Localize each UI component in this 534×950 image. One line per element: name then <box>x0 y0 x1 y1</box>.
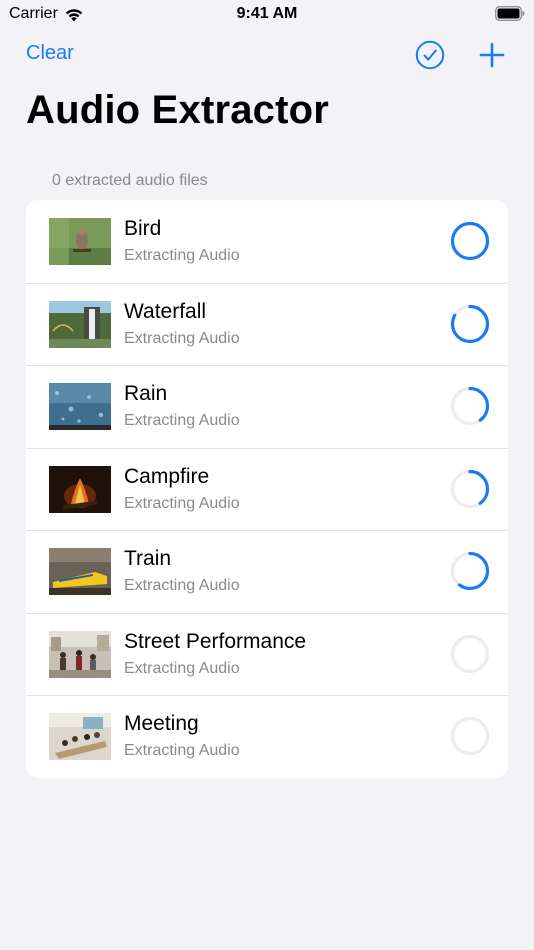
battery-icon <box>495 6 525 21</box>
item-title: Rain <box>124 382 168 405</box>
list-item-campfire[interactable]: Campfire Extracting Audio <box>26 447 508 531</box>
progress-ring <box>450 221 490 261</box>
item-status: Extracting Audio <box>124 412 240 429</box>
item-status: Extracting Audio <box>124 329 240 347</box>
list-item-waterfall[interactable]: Waterfall Extracting Audio <box>26 282 508 366</box>
item-title: Meeting <box>124 712 199 735</box>
item-status: Extracting Audio <box>124 247 240 264</box>
page-title: Audio Extractor <box>26 88 330 132</box>
navigation-bar: Clear <box>0 38 534 74</box>
list-item-rain[interactable]: Rain Extracting Audio <box>26 365 508 448</box>
item-status: Extracting Audio <box>124 742 240 759</box>
status-bar: Carrier 9:41 AM <box>0 0 534 30</box>
list-item-train[interactable]: Train Extracting Audio <box>26 530 508 613</box>
item-title: Bird <box>124 217 162 240</box>
street-performance-thumbnail <box>49 630 111 678</box>
item-status: Extracting Audio <box>124 659 240 677</box>
progress-ring <box>450 551 490 591</box>
item-status: Extracting Audio <box>124 577 240 594</box>
audio-file-list: Bird Extracting Audio Waterfall Extracti… <box>26 200 508 778</box>
progress-ring <box>450 634 490 673</box>
clear-button[interactable]: Clear <box>26 42 74 65</box>
list-item-bird[interactable]: Bird Extracting Audio <box>26 200 508 283</box>
progress-ring <box>450 469 490 508</box>
list-item-meeting[interactable]: Meeting Extracting Audio <box>26 695 508 778</box>
waterfall-thumbnail <box>49 300 111 348</box>
progress-ring <box>450 304 490 343</box>
meeting-thumbnail <box>49 713 111 760</box>
status-time: 9:41 AM <box>236 5 298 22</box>
rain-thumbnail <box>49 383 111 430</box>
plus-icon[interactable] <box>479 42 505 68</box>
section-header: 0 extracted audio files <box>52 172 208 189</box>
item-title: Waterfall <box>124 299 207 323</box>
campfire-thumbnail <box>49 465 111 513</box>
progress-ring <box>450 386 490 426</box>
bird-thumbnail <box>49 218 111 265</box>
progress-ring <box>450 716 490 756</box>
checkmark-circle-icon[interactable] <box>415 40 445 70</box>
item-title: Train <box>124 547 172 570</box>
item-title: Campfire <box>124 464 210 488</box>
item-status: Extracting Audio <box>124 494 240 512</box>
train-thumbnail <box>49 548 111 595</box>
list-item-street-performance[interactable]: Street Performance Extracting Audio <box>26 612 508 696</box>
item-title: Street Performance <box>124 629 307 653</box>
